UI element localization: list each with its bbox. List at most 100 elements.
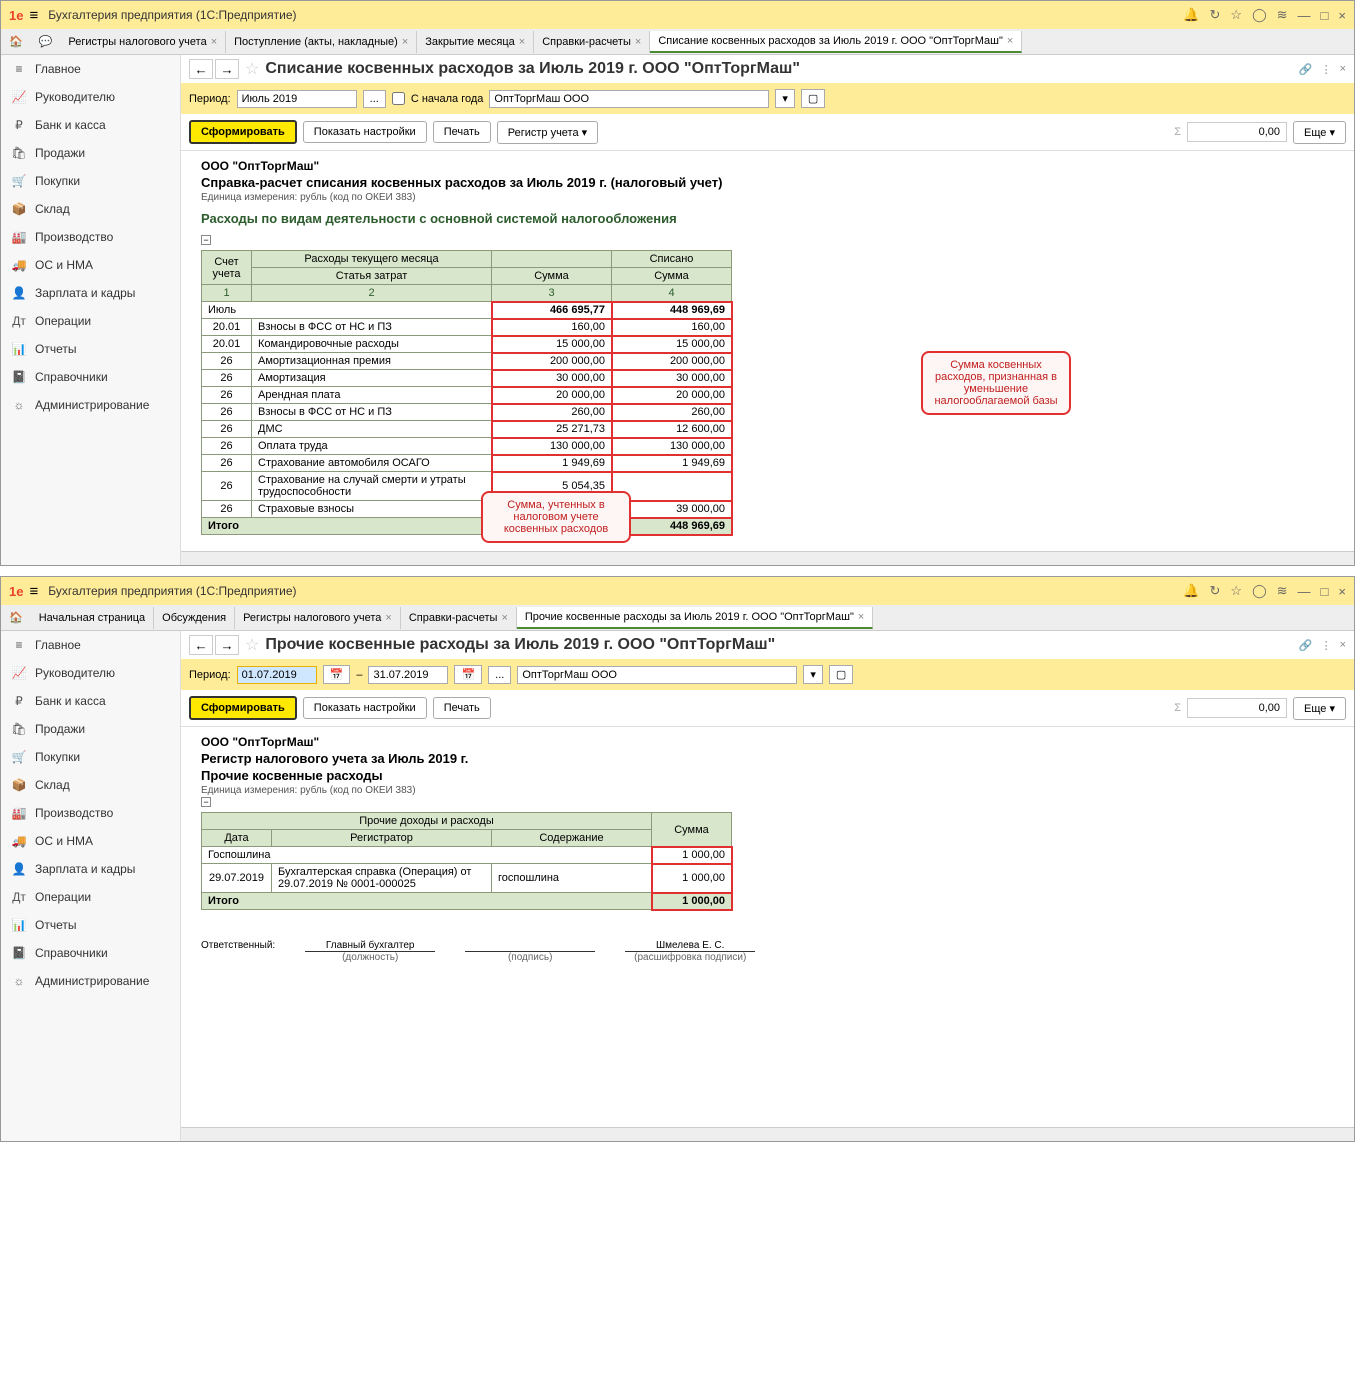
- sidebar-item-10[interactable]: 📊Отчеты: [1, 911, 180, 939]
- sidebar-item-1[interactable]: 📈Руководителю: [1, 83, 180, 111]
- history-icon[interactable]: ↻: [1210, 583, 1221, 599]
- sidebar-item-8[interactable]: 👤Зарплата и кадры: [1, 855, 180, 883]
- org-open-button[interactable]: ▢: [801, 89, 825, 108]
- tab-close-icon[interactable]: ×: [519, 36, 525, 48]
- tab-close-icon[interactable]: ×: [402, 36, 408, 48]
- circle-icon[interactable]: ◯: [1252, 7, 1267, 23]
- period-input[interactable]: [237, 90, 357, 108]
- sidebar-item-5[interactable]: 📦Склад: [1, 771, 180, 799]
- tab-3[interactable]: Справки-расчеты×: [401, 607, 517, 629]
- lines-icon[interactable]: ≋: [1277, 583, 1288, 599]
- tab-close-icon[interactable]: ×: [501, 612, 507, 624]
- sigma-icon[interactable]: Σ: [1174, 702, 1181, 714]
- sidebar-item-12[interactable]: ☼Администрирование: [1, 391, 180, 419]
- show-settings-button[interactable]: Показать настройки: [303, 697, 427, 719]
- forward-button[interactable]: →: [215, 59, 239, 79]
- menu-icon[interactable]: ≡: [29, 583, 38, 600]
- date-to-input[interactable]: [368, 666, 448, 684]
- date-from-input[interactable]: [237, 666, 317, 684]
- h-scrollbar[interactable]: [181, 1127, 1354, 1141]
- tab-4[interactable]: Прочие косвенные расходы за Июль 2019 г.…: [517, 607, 873, 629]
- org-input[interactable]: [517, 666, 797, 684]
- tab-close-icon[interactable]: ×: [211, 36, 217, 48]
- tree-collapse-icon[interactable]: −: [201, 797, 211, 807]
- sidebar-item-3[interactable]: 🛍Продажи: [1, 139, 180, 167]
- tab-0[interactable]: Регистры налогового учета×: [60, 31, 226, 53]
- sidebar-item-0[interactable]: ≡Главное: [1, 55, 180, 83]
- more-icon[interactable]: ⋮: [1321, 639, 1332, 652]
- sidebar-item-11[interactable]: 📓Справочники: [1, 363, 180, 391]
- print-button[interactable]: Печать: [433, 697, 491, 719]
- maximize-icon[interactable]: □: [1321, 584, 1329, 599]
- favorite-icon[interactable]: ☆: [245, 635, 259, 655]
- tab-close-icon[interactable]: ×: [635, 36, 641, 48]
- sidebar-item-0[interactable]: ≡Главное: [1, 631, 180, 659]
- tab-0[interactable]: Начальная страница: [31, 607, 154, 629]
- star-icon[interactable]: ☆: [1230, 7, 1242, 23]
- sidebar-item-9[interactable]: ДтОперации: [1, 883, 180, 911]
- tab-close-icon[interactable]: ×: [858, 611, 864, 623]
- tab-2[interactable]: Регистры налогового учета×: [235, 607, 401, 629]
- sidebar-item-8[interactable]: 👤Зарплата и кадры: [1, 279, 180, 307]
- sidebar-item-3[interactable]: 🛍Продажи: [1, 715, 180, 743]
- tab-3[interactable]: Справки-расчеты×: [534, 31, 650, 53]
- sigma-icon[interactable]: Σ: [1174, 126, 1181, 138]
- org-dropdown-button[interactable]: ▾: [803, 665, 823, 684]
- more-button[interactable]: Еще ▾: [1293, 121, 1346, 144]
- menu-icon[interactable]: ≡: [29, 7, 38, 24]
- form-button[interactable]: Сформировать: [189, 120, 297, 144]
- tab-close-icon[interactable]: ×: [1007, 35, 1013, 47]
- sidebar-item-4[interactable]: 🛒Покупки: [1, 743, 180, 771]
- show-settings-button[interactable]: Показать настройки: [303, 121, 427, 143]
- date-from-cal-button[interactable]: 📅: [323, 665, 351, 684]
- sidebar-item-5[interactable]: 📦Склад: [1, 195, 180, 223]
- close-page-icon[interactable]: ×: [1340, 63, 1346, 75]
- forward-button[interactable]: →: [215, 635, 239, 655]
- link-icon[interactable]: 🔗: [1299, 63, 1313, 76]
- discuss-icon[interactable]: 💬: [31, 31, 61, 52]
- sidebar-item-2[interactable]: ₽Банк и касса: [1, 111, 180, 139]
- sidebar-item-2[interactable]: ₽Банк и касса: [1, 687, 180, 715]
- lines-icon[interactable]: ≋: [1277, 7, 1288, 23]
- close-icon[interactable]: ×: [1338, 584, 1346, 599]
- date-to-cal-button[interactable]: 📅: [454, 665, 482, 684]
- tab-1[interactable]: Поступление (акты, накладные)×: [226, 31, 417, 53]
- sidebar-item-9[interactable]: ДтОперации: [1, 307, 180, 335]
- period-select-button[interactable]: ...: [363, 90, 386, 108]
- sidebar-item-7[interactable]: 🚚ОС и НМА: [1, 827, 180, 855]
- tab-1[interactable]: Обсуждения: [154, 607, 235, 629]
- maximize-icon[interactable]: □: [1321, 8, 1329, 23]
- minimize-icon[interactable]: —: [1298, 584, 1311, 599]
- sidebar-item-7[interactable]: 🚚ОС и НМА: [1, 251, 180, 279]
- sidebar-item-6[interactable]: 🏭Производство: [1, 799, 180, 827]
- org-dropdown-button[interactable]: ▾: [775, 89, 795, 108]
- favorite-icon[interactable]: ☆: [245, 59, 259, 79]
- bell-icon[interactable]: 🔔: [1183, 7, 1199, 23]
- tree-collapse-icon[interactable]: −: [201, 235, 211, 245]
- star-icon[interactable]: ☆: [1230, 583, 1242, 599]
- sidebar-item-6[interactable]: 🏭Производство: [1, 223, 180, 251]
- close-icon[interactable]: ×: [1338, 8, 1346, 23]
- back-button[interactable]: ←: [189, 635, 213, 655]
- back-button[interactable]: ←: [189, 59, 213, 79]
- sidebar-item-10[interactable]: 📊Отчеты: [1, 335, 180, 363]
- register-button[interactable]: Регистр учета ▾: [497, 121, 598, 144]
- period-select-button[interactable]: ...: [488, 666, 511, 684]
- sidebar-item-4[interactable]: 🛒Покупки: [1, 167, 180, 195]
- org-input[interactable]: [489, 90, 769, 108]
- more-button[interactable]: Еще ▾: [1293, 697, 1346, 720]
- h-scrollbar[interactable]: [181, 551, 1354, 565]
- print-button[interactable]: Печать: [433, 121, 491, 143]
- since-year-checkbox[interactable]: [392, 92, 405, 105]
- home-icon[interactable]: 🏠: [1, 607, 31, 628]
- close-page-icon[interactable]: ×: [1340, 639, 1346, 651]
- tab-4[interactable]: Списание косвенных расходов за Июль 2019…: [650, 31, 1022, 53]
- sidebar-item-12[interactable]: ☼Администрирование: [1, 967, 180, 995]
- home-icon[interactable]: 🏠: [1, 31, 31, 52]
- tab-2[interactable]: Закрытие месяца×: [417, 31, 534, 53]
- link-icon[interactable]: 🔗: [1299, 639, 1313, 652]
- more-icon[interactable]: ⋮: [1321, 63, 1332, 76]
- history-icon[interactable]: ↻: [1210, 7, 1221, 23]
- sidebar-item-11[interactable]: 📓Справочники: [1, 939, 180, 967]
- sidebar-item-1[interactable]: 📈Руководителю: [1, 659, 180, 687]
